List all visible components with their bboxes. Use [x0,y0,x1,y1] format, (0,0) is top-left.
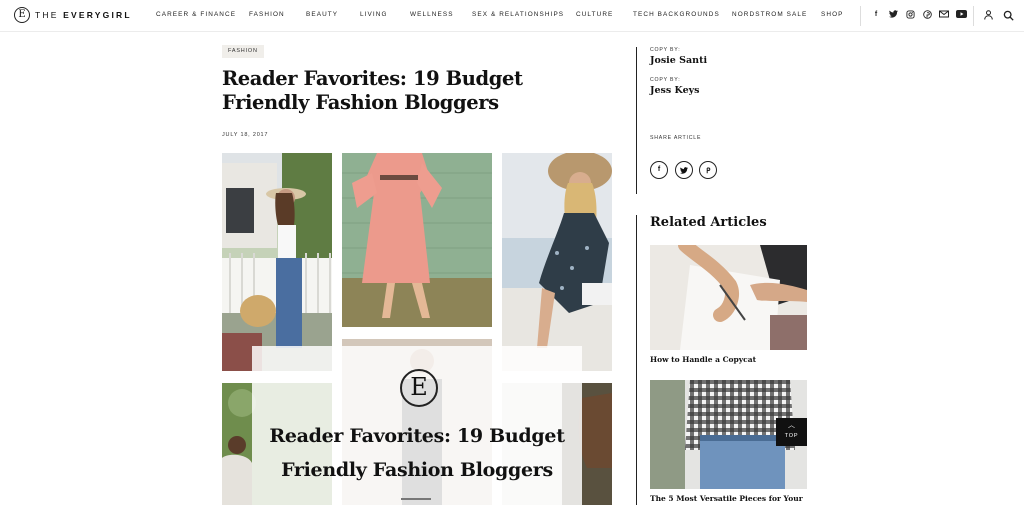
share-twitter-icon[interactable] [675,161,693,179]
share-article-label: SHARE ARTICLE [650,135,702,141]
nav-item-wellness[interactable]: WELLNESS [410,11,454,18]
instagram-icon[interactable] [905,10,915,20]
nav-item-nordstrom-sale[interactable]: NORDSTROM SALE [732,11,807,18]
related-article-1-image[interactable] [650,245,807,350]
nav-item-fashion[interactable]: FASHION [249,11,285,18]
copy-by-label-1: COPY BY: [650,47,681,53]
nav-item-culture[interactable]: CULTURE [576,11,613,18]
overlay-title: Reader Favorites: 19 Budget Friendly Fas… [269,425,565,481]
article-title: Reader Favorites: 19 Budget Friendly Fas… [222,67,523,114]
related-article-1-title[interactable]: How to Handle a Copycat [650,355,807,364]
article-date: JULY 18, 2017 [222,132,269,138]
sidebar-divider-top [636,47,637,194]
back-to-top-label: TOP [784,433,799,439]
email-icon[interactable] [939,10,949,20]
overlay-divider [401,498,431,500]
collage-photo-1 [222,153,332,371]
related-article-2-title[interactable]: The 5 Most Versatile Pieces for Your [650,494,807,503]
share-facebook-icon[interactable]: f [650,161,668,179]
share-pinterest-icon[interactable] [699,161,717,179]
facebook-icon[interactable]: f [871,10,881,20]
nav-item-tech-backgrounds[interactable]: TECH BACKGROUNDS [633,11,720,18]
chevron-up-icon: ︿ [788,422,795,429]
author-name-2[interactable]: Jess Keys [650,85,700,96]
site-logo[interactable]: E THE EVERYGIRL [14,7,132,23]
collage-photo-3 [502,153,612,371]
category-tag[interactable]: FASHION [222,45,264,58]
author-name-1[interactable]: Josie Santi [650,55,707,66]
nav-item-living[interactable]: LIVING [360,11,388,18]
nav-divider [860,6,861,26]
related-articles-heading: Related Articles [650,215,767,230]
youtube-icon[interactable] [956,10,967,20]
sidebar-divider-bottom [636,215,637,505]
hero-collage: E Reader Favorites: 19 Budget Friendly F… [222,153,612,505]
copy-by-label-2: COPY BY: [650,77,681,83]
twitter-icon[interactable] [888,10,898,20]
collage-photo-2 [342,153,492,327]
logo-mark-icon: E [14,7,30,23]
logo-text: THE EVERYGIRL [35,10,132,20]
nav-item-shop[interactable]: SHOP [821,11,844,18]
nav-item-sex-relationships[interactable]: SEX & RELATIONSHIPS [472,11,564,18]
social-links: f [871,10,967,20]
utility-divider [973,6,974,26]
back-to-top-button[interactable]: ︿ TOP [776,418,807,446]
nav-item-career-finance[interactable]: CAREER & FINANCE [156,11,236,18]
pinterest-icon[interactable] [922,10,932,20]
nav-item-beauty[interactable]: BEAUTY [306,11,338,18]
search-icon[interactable] [1002,9,1014,21]
site-header: E THE EVERYGIRL CAREER & FINANCE FASHION… [0,0,1024,32]
overlay-logo-icon: E [400,369,438,407]
user-icon[interactable] [982,9,994,21]
